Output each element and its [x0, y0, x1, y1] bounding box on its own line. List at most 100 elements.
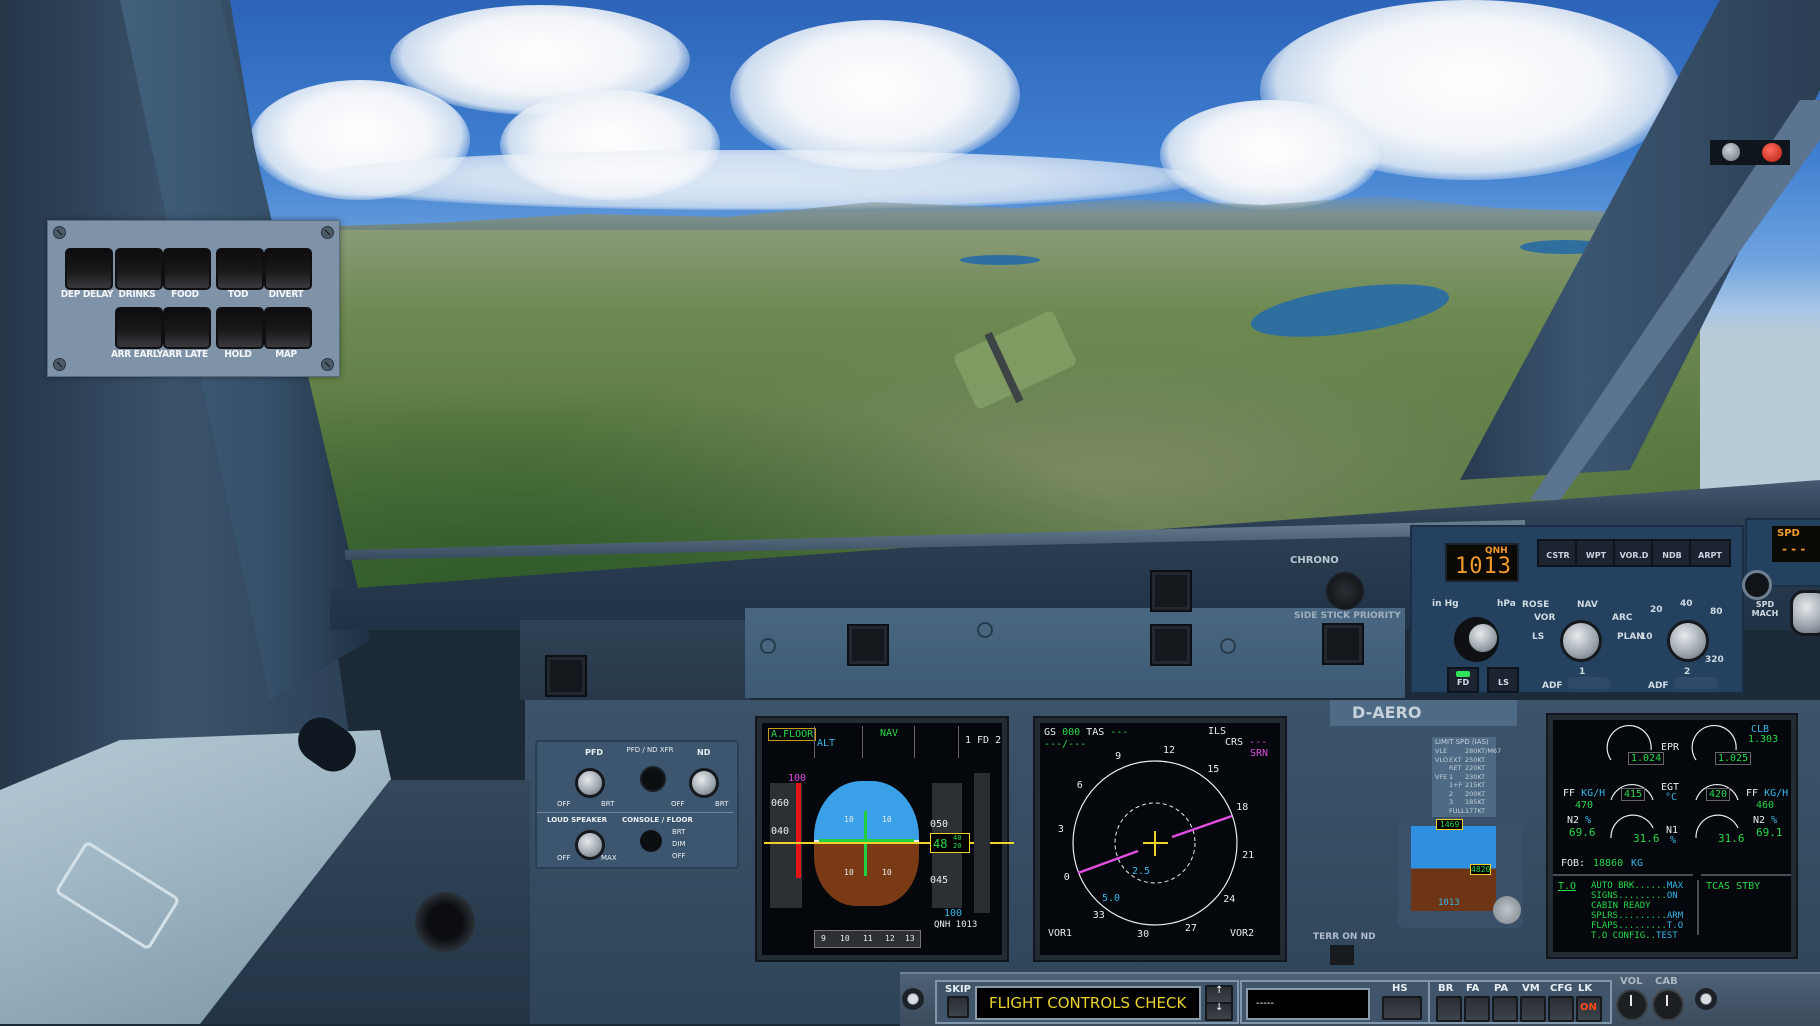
nd-option-arpt[interactable]: ARPT	[1689, 539, 1731, 567]
grey-knob-icon[interactable]	[1722, 143, 1740, 161]
vor1-label: VOR1	[1048, 928, 1073, 939]
cabin-button-tod[interactable]	[216, 248, 264, 290]
altitude-readout: 48 40 20	[930, 833, 970, 853]
pfd-brightness-knob[interactable]	[575, 768, 605, 798]
nd-mode-selector[interactable]	[1560, 620, 1602, 662]
left-glareshield-button[interactable]	[545, 655, 587, 697]
nd-range-selector[interactable]	[1667, 620, 1709, 662]
checklist-current-item: FLIGHT CONTROLS CHECK	[989, 994, 1187, 1012]
tail-registration-placard: D-AERO	[1330, 700, 1517, 726]
nd-brightness-label: ND	[697, 748, 711, 757]
baro-knob[interactable]	[1454, 617, 1499, 662]
compass-label: 6	[1076, 779, 1083, 791]
altitude-tick: 045	[930, 875, 949, 886]
adf2-vor2-switch[interactable]	[1674, 677, 1718, 689]
ls-button[interactable]: LS	[1487, 667, 1519, 693]
mode-key-label: LK	[1578, 983, 1593, 994]
cabin-button-map[interactable]	[264, 307, 312, 349]
vmax-barber-pole	[796, 783, 801, 878]
cabin-button-food[interactable]	[163, 248, 211, 290]
nd-brightness-knob[interactable]	[689, 768, 719, 798]
console-floor-switch[interactable]	[640, 830, 662, 852]
skip-label: SKIP	[945, 984, 972, 995]
qnh-readout: QNH 1013	[934, 920, 978, 930]
skip-button[interactable]	[947, 996, 969, 1018]
nd-option-cstr[interactable]: CSTR	[1537, 539, 1579, 567]
speed-knob[interactable]	[1790, 590, 1820, 636]
spd-mach-button[interactable]	[1742, 570, 1772, 600]
cabin-button-arr-early[interactable]	[115, 307, 163, 349]
spd-display: SPD - - -	[1772, 526, 1820, 562]
compass-label: 27	[1184, 923, 1197, 935]
cabin-button-arr-late[interactable]	[163, 307, 211, 349]
checklist-control-bar: SKIP FLIGHT CONTROLS CHECK ↑ ↓ ----- HS …	[900, 972, 1820, 1026]
side-stick-priority-label: SIDE STICK PRIORITY	[1294, 611, 1401, 621]
compass-label: 12	[1162, 744, 1175, 756]
standby-baro-knob[interactable]	[1493, 896, 1521, 924]
secondary-panel: ----- HS	[1240, 980, 1434, 1024]
mode-key-lk[interactable]: ON	[1576, 996, 1602, 1022]
pfd-nd-xfr-button[interactable]	[640, 766, 666, 792]
power-knob-right[interactable]	[1695, 988, 1717, 1010]
standby-current-altitude: 4820	[1470, 864, 1492, 875]
mode-rose-label: ROSE	[1522, 600, 1550, 610]
adf1-vor1-switch[interactable]	[1567, 677, 1611, 689]
mode-key-label: PA	[1494, 983, 1509, 994]
cabin-button-divert[interactable]	[264, 248, 312, 290]
power-knob[interactable]	[902, 988, 924, 1010]
range-10-label: 10	[1640, 632, 1653, 642]
n1-2-value: 31.6	[1718, 832, 1745, 845]
memo-right: TCAS STBY	[1706, 881, 1761, 892]
checklist-down-button[interactable]: ↓	[1205, 1002, 1233, 1021]
n1-1-value: 31.6	[1633, 832, 1660, 845]
ff2-label: FF KG/H	[1746, 788, 1789, 799]
volume-dial[interactable]	[1616, 989, 1648, 1021]
fd-button[interactable]: FD	[1447, 667, 1479, 693]
mode-key-fa[interactable]	[1464, 996, 1490, 1022]
limit-row: VLOEXT 250KT	[1435, 755, 1486, 764]
memo-line: CABIN READY	[1591, 901, 1651, 911]
nd-option-wpt[interactable]: WPT	[1575, 539, 1617, 567]
nd-option-vord[interactable]: VOR.D	[1613, 539, 1655, 567]
master-caution-button[interactable]	[847, 624, 889, 666]
limit-row: 2 200KT	[1449, 789, 1486, 798]
cabin-dial[interactable]	[1652, 989, 1684, 1021]
nd-off-label: OFF	[671, 800, 685, 808]
terr-on-nd-button[interactable]	[1330, 945, 1354, 965]
range-ring-outer: 5.0	[1102, 893, 1121, 904]
hs-button[interactable]	[1382, 996, 1422, 1020]
mode-key-pa[interactable]	[1492, 996, 1518, 1022]
mode-key-vm[interactable]	[1520, 996, 1546, 1022]
cabin-button-dep-delay[interactable]	[65, 248, 113, 290]
center-glareshield	[745, 570, 1405, 698]
screw-icon	[760, 638, 776, 654]
autoland-button[interactable]	[1150, 624, 1192, 666]
screw-icon	[1220, 638, 1236, 654]
cabin-button-hold[interactable]	[216, 307, 264, 349]
side-stick-priority-button[interactable]	[1322, 623, 1364, 665]
egt-units: °C	[1665, 792, 1678, 803]
compass-label: 9	[1115, 750, 1122, 762]
mode-key-cfg[interactable]	[1548, 996, 1574, 1022]
nd-option-ndb[interactable]: NDB	[1651, 539, 1693, 567]
mode-key-label: FA	[1466, 983, 1480, 994]
egt1-value: 415	[1621, 788, 1646, 801]
ls-label: LS	[1498, 678, 1509, 687]
standby-baro: 1013	[1438, 898, 1460, 908]
limit-header: LIMIT	[1435, 738, 1454, 746]
primary-flight-display: A.FLOOR ALT NAV 1 FD 2 100 060 040 10 10…	[757, 718, 1014, 960]
pull-std-knob[interactable]	[1468, 623, 1498, 653]
mode-key-label: CFG	[1550, 983, 1573, 994]
master-warn-button[interactable]	[1150, 570, 1192, 612]
compass-label: 30	[1137, 929, 1150, 941]
chrono-button[interactable]	[1326, 572, 1364, 610]
mode-key-br[interactable]	[1436, 996, 1462, 1022]
egt2-value: 420	[1706, 788, 1731, 801]
checklist-item-display: FLIGHT CONTROLS CHECK	[975, 986, 1201, 1020]
red-knob-icon[interactable]	[1762, 143, 1782, 162]
secondary-display: -----	[1246, 988, 1370, 1020]
air-vent[interactable]	[415, 892, 475, 952]
fob-value: 18860	[1593, 858, 1624, 869]
cabin-button-drinks[interactable]	[115, 248, 163, 290]
n2-2-value: 69.1	[1756, 826, 1783, 839]
